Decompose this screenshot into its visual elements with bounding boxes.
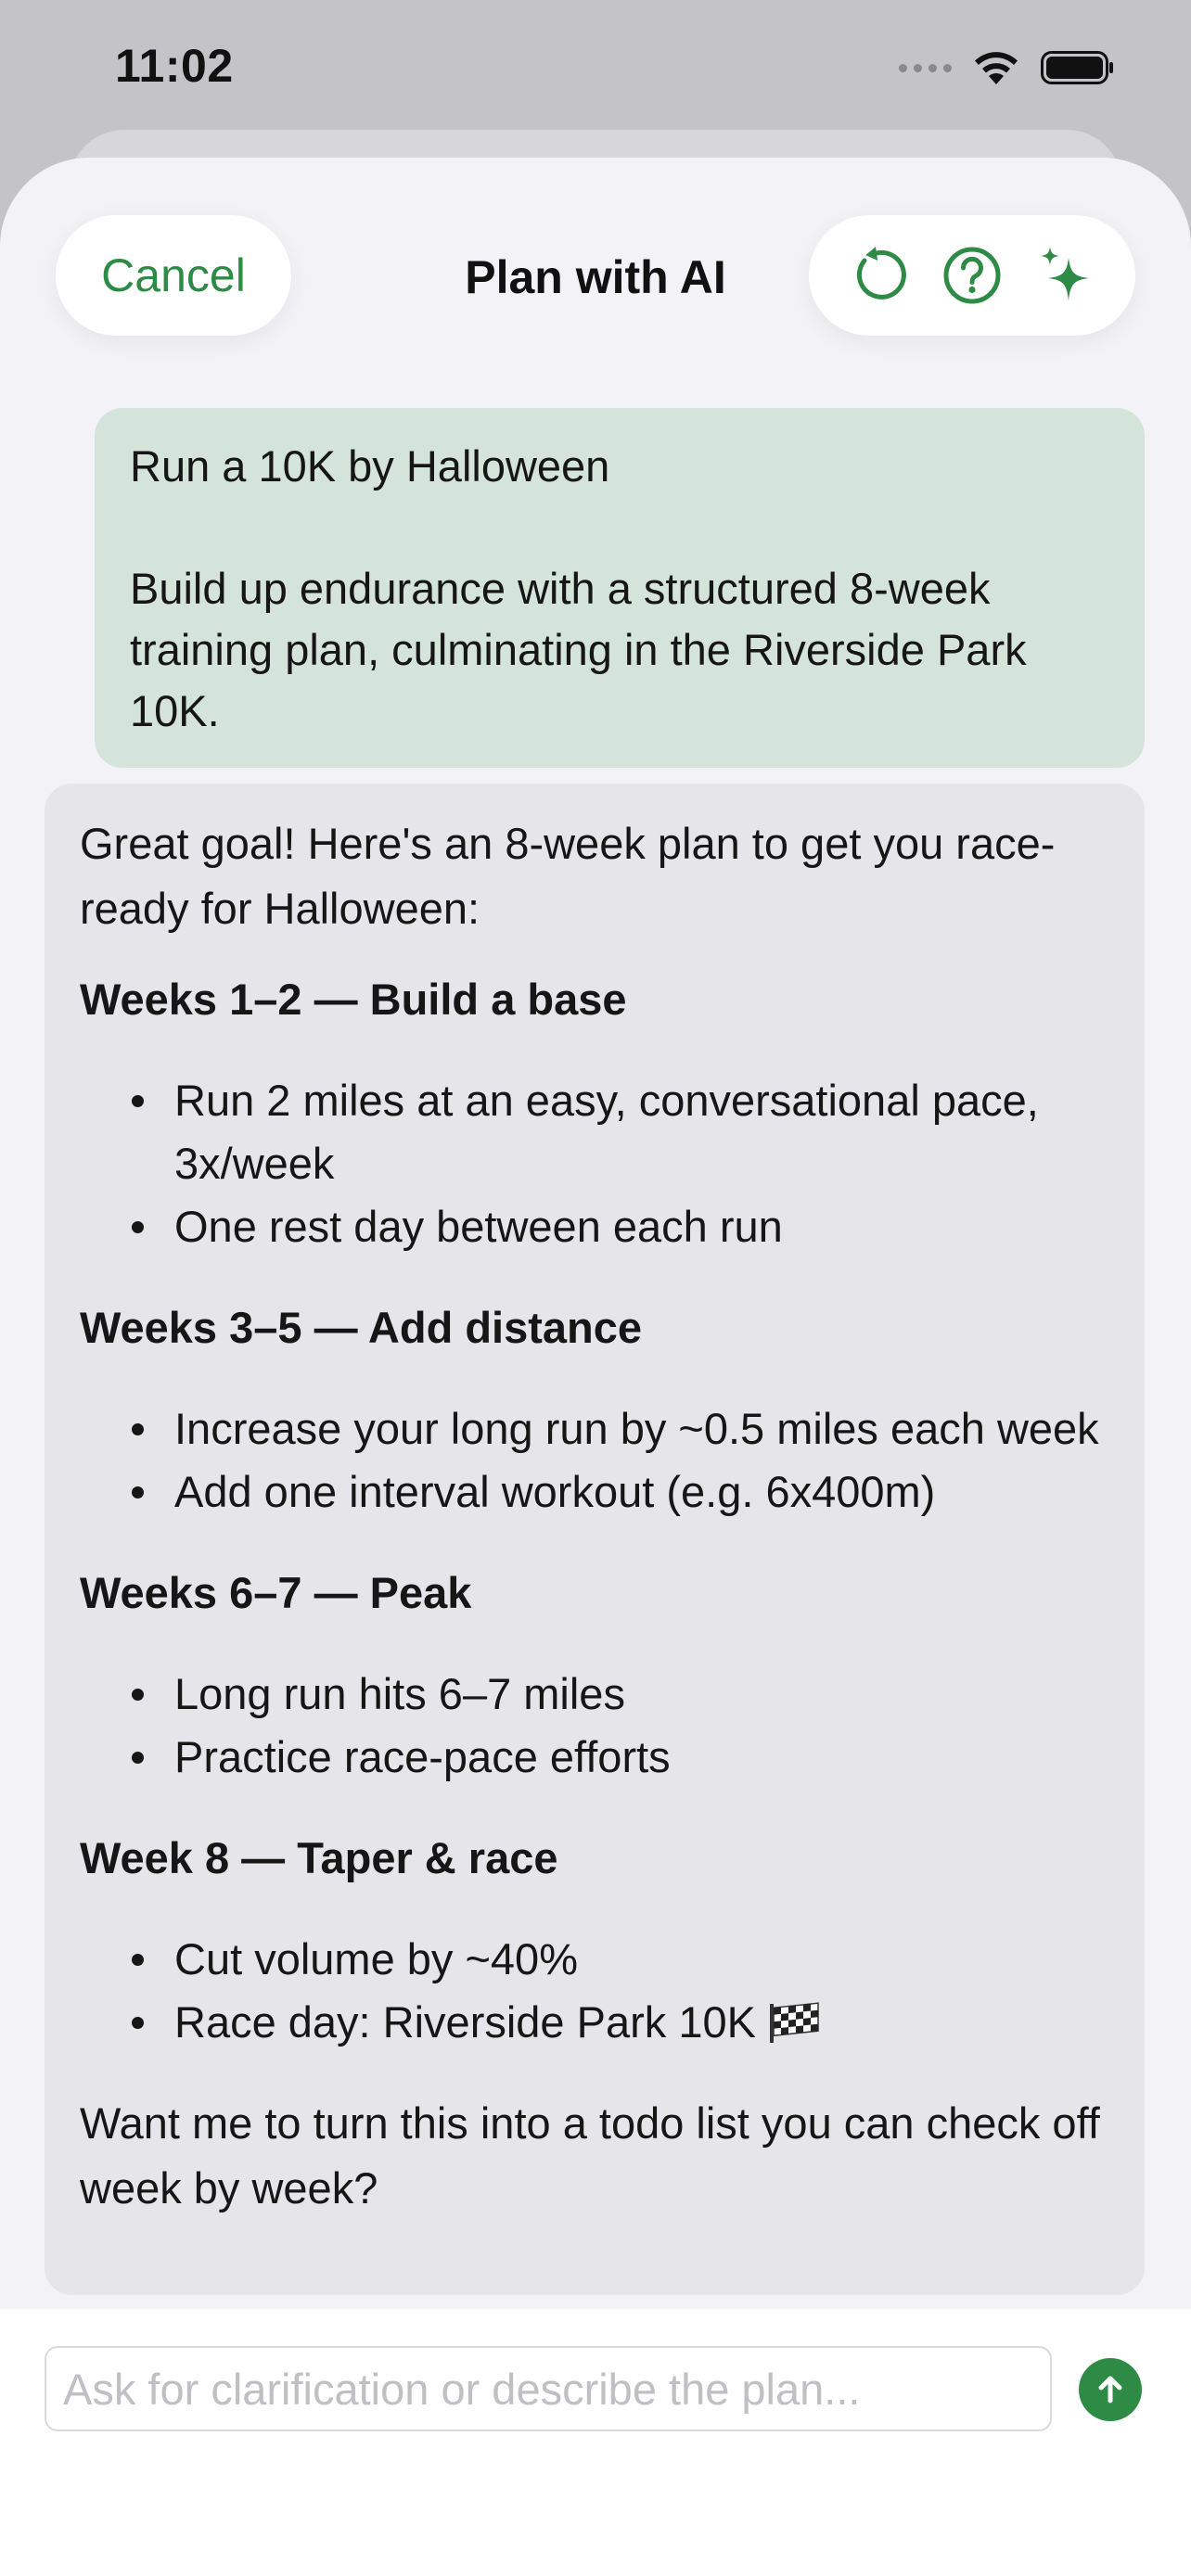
plan-section-heading: Weeks 3–5 — Add distance xyxy=(80,1303,643,1352)
action-button-group xyxy=(809,215,1135,336)
help-button[interactable] xyxy=(932,236,1012,315)
ai-message-bubble: Great goal! Here's an 8-week plan to get… xyxy=(45,784,1145,2295)
nav-bar: Cancel Plan with AI xyxy=(0,158,1191,380)
reset-button[interactable] xyxy=(837,236,916,315)
plan-with-ai-sheet: Cancel Plan with AI Run a 10K by Hallowe… xyxy=(0,158,1191,2576)
list-item: Race day: Riverside Park 10K xyxy=(80,1991,1109,2054)
list-item: Practice race-pace efforts xyxy=(80,1726,1109,1789)
status-bar: 11:02 xyxy=(0,0,1191,130)
checkered-flag-icon xyxy=(769,2002,819,2043)
help-icon xyxy=(943,247,1001,304)
user-message-body: Build up endurance with a structured 8-w… xyxy=(130,564,1027,735)
plan-section-list: Long run hits 6–7 miles Practice race-pa… xyxy=(80,1663,1109,1789)
signal-icon xyxy=(899,63,952,72)
reset-icon xyxy=(857,247,907,300)
list-item: Run 2 miles at an easy, conversational p… xyxy=(80,1069,1109,1195)
race-day-text: Race day: Riverside Park 10K xyxy=(174,1997,756,2047)
user-message-title: Run a 10K by Halloween xyxy=(130,441,610,491)
battery-icon xyxy=(1041,51,1113,84)
ai-message-intro: Great goal! Here's an 8-week plan to get… xyxy=(80,819,1056,933)
ai-sparkle-button[interactable] xyxy=(1028,236,1108,315)
list-item: One rest day between each run xyxy=(80,1195,1109,1258)
send-button[interactable] xyxy=(1079,2358,1142,2421)
plan-section-list: Run 2 miles at an easy, conversational p… xyxy=(80,1069,1109,1258)
user-message-bubble: Run a 10K by Halloween Build up enduranc… xyxy=(95,408,1145,768)
plan-section-heading: Weeks 6–7 — Peak xyxy=(80,1568,472,1617)
list-item: Cut volume by ~40% xyxy=(80,1928,1109,1991)
list-item: Add one interval workout (e.g. 6x400m) xyxy=(80,1460,1109,1524)
plan-section-list: Increase your long run by ~0.5 miles eac… xyxy=(80,1397,1109,1524)
list-item: Long run hits 6–7 miles xyxy=(80,1663,1109,1726)
plan-section-heading: Week 8 — Taper & race xyxy=(80,1833,558,1882)
ai-message-outro: Want me to turn this into a todo list yo… xyxy=(80,2098,1100,2213)
plan-section-heading: Weeks 1–2 — Build a base xyxy=(80,975,627,1024)
status-time: 11:02 xyxy=(115,40,234,92)
plan-section-list: Cut volume by ~40% Race day: Riverside P… xyxy=(80,1928,1109,2054)
status-icons xyxy=(899,46,1115,89)
list-item: Increase your long run by ~0.5 miles eac… xyxy=(80,1397,1109,1460)
sparkle-icon xyxy=(1040,247,1089,300)
plan-prompt-input[interactable] xyxy=(45,2346,1052,2431)
composer-bar xyxy=(0,2309,1191,2576)
arrow-up-icon xyxy=(1098,2376,1122,2404)
wifi-icon xyxy=(975,52,1018,84)
